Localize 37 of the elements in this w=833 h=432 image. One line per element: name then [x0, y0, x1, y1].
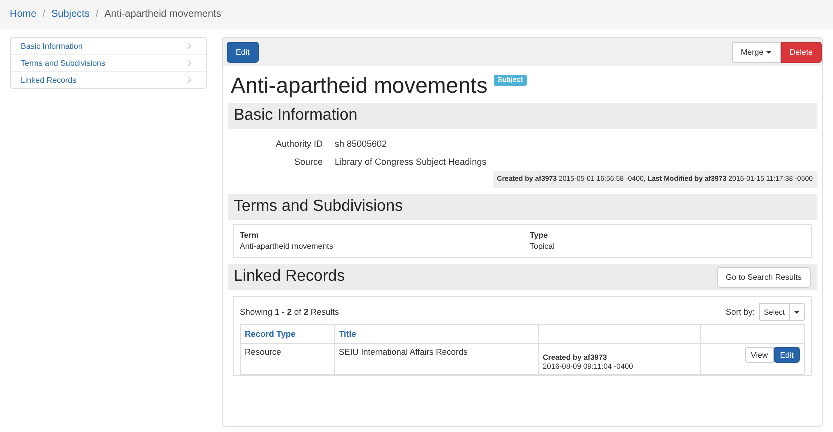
sidebar-item[interactable]: Terms and Subdivisions: [11, 54, 206, 71]
field-value: sh 85005602: [335, 139, 388, 149]
table-cell: SEIU International Affairs Records: [334, 344, 538, 374]
results-summary: Showing 1 - 2 of 2 Results: [240, 307, 340, 317]
chevron-icon: [187, 59, 192, 67]
section-title: Basic Information: [234, 107, 358, 125]
column-header: Type: [530, 231, 550, 240]
delete-button[interactable]: Delete: [780, 42, 822, 62]
breadcrumb-separator: /: [96, 9, 99, 20]
edit-button[interactable]: Edit: [774, 347, 800, 363]
edit-button[interactable]: Edit: [227, 42, 259, 62]
section-title: Linked Records: [234, 268, 346, 286]
chevron-icon: [187, 42, 192, 50]
sidebar-item[interactable]: Linked Records: [11, 71, 206, 88]
sidebar-item[interactable]: Basic Information: [11, 38, 206, 54]
field-value: Library of Congress Subject Headings: [335, 157, 487, 167]
table-cell-text: Topical: [530, 242, 556, 251]
column-header[interactable]: Title: [334, 324, 538, 344]
view-button[interactable]: View: [745, 347, 774, 363]
breadcrumb-link[interactable]: Home: [10, 9, 37, 20]
search-results-button[interactable]: Go to Search Results: [716, 266, 811, 288]
field-label: Source: [293, 157, 323, 167]
section-title: Terms and Subdivisions: [234, 198, 403, 216]
breadcrumb-current: Anti-apartheid movements: [104, 9, 222, 20]
breadcrumb-link[interactable]: Subjects: [51, 9, 90, 20]
table-cell-text: Anti-apartheid movements: [240, 242, 334, 251]
caret-icon: [794, 310, 800, 314]
field-label: Authority ID: [274, 139, 323, 149]
table-cell: Resource: [240, 344, 334, 374]
chevron-icon: [187, 76, 192, 84]
merge-button[interactable]: Merge: [732, 42, 781, 62]
column-header[interactable]: Record Type: [240, 324, 334, 344]
column-header: Term: [240, 231, 260, 240]
breadcrumb-separator: /: [42, 9, 46, 20]
record-title: Anti-apartheid movements: [231, 73, 488, 99]
sort-label: Sort by:: [726, 307, 756, 317]
caret-icon: [766, 50, 772, 54]
